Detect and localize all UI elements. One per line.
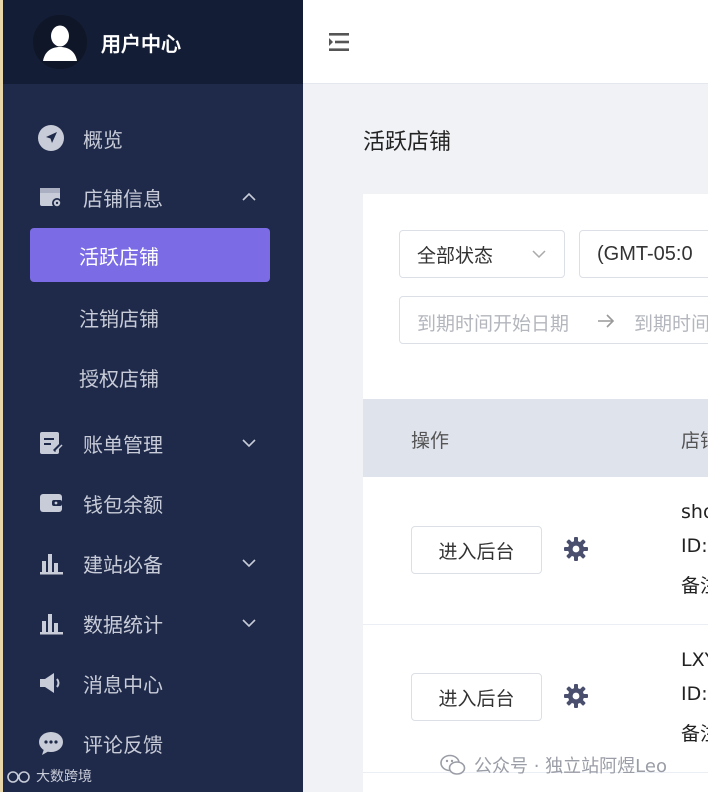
- date-start-input[interactable]: 到期时间开始日期: [417, 309, 579, 336]
- sidebar-item-bills[interactable]: 账单管理: [3, 415, 303, 471]
- navigation-icon: [37, 124, 65, 152]
- sidebar-item-label: 数据统计: [83, 612, 163, 637]
- chevron-up-icon: [239, 187, 259, 207]
- store-settings-icon: [37, 183, 65, 211]
- table-header: 操作 店铺: [363, 399, 708, 477]
- sidebar-header: 用户中心: [3, 0, 303, 84]
- sidebar-item-overview[interactable]: 概览: [3, 110, 303, 166]
- wechat-watermark: 公众号 · 独立站阿煜Leo: [440, 752, 667, 778]
- chevron-down-icon: [239, 433, 259, 453]
- sidebar-item-label: 评论反馈: [83, 732, 163, 757]
- table-row: 进入后台 sho ID: 备注: [363, 477, 708, 625]
- top-bar: [303, 0, 708, 84]
- wallet-icon: [37, 489, 65, 517]
- chevron-down-icon: [239, 553, 259, 573]
- sidebar-item-label: 店铺信息: [83, 186, 163, 211]
- sidebar-item-wallet[interactable]: 钱包余额: [3, 475, 303, 531]
- bar-chart-icon: [37, 609, 65, 637]
- sidebar-item-store-info[interactable]: 店铺信息: [3, 169, 303, 225]
- sidebar-title: 用户中心: [101, 31, 181, 56]
- submenu-item-closed-stores[interactable]: 注销店铺: [30, 290, 270, 344]
- submenu-item-authorized-stores[interactable]: 授权店铺: [30, 350, 270, 404]
- table-row: 进入后台 LXY ID: 备注: [363, 625, 708, 773]
- bar-chart-icon: [37, 549, 65, 577]
- sidebar-item-site-essentials[interactable]: 建站必备: [3, 535, 303, 591]
- store-remark: 备注: [681, 575, 708, 597]
- column-header-store: 店铺: [681, 430, 708, 452]
- expiry-date-range-picker[interactable]: 到期时间开始日期 到期时间: [399, 296, 708, 344]
- user-avatar-icon: [33, 15, 87, 69]
- sidebar-item-feedback[interactable]: 评论反馈: [3, 715, 303, 771]
- sidebar-item-messages[interactable]: 消息中心: [3, 655, 303, 711]
- enter-backend-button[interactable]: 进入后台: [411, 526, 542, 574]
- store-name: sho: [681, 501, 708, 523]
- sidebar-item-label: 账单管理: [83, 432, 163, 457]
- chevron-down-icon: [239, 613, 259, 633]
- store-id: ID:: [681, 683, 708, 705]
- sidebar-item-label: 建站必备: [83, 552, 163, 577]
- page-title: 活跃店铺: [363, 130, 452, 155]
- submenu-item-active-stores[interactable]: 活跃店铺: [30, 228, 270, 282]
- timezone-select-value: (GMT-05:0: [597, 242, 693, 265]
- sidebar-item-label: 消息中心: [83, 672, 163, 697]
- store-name: LXY: [681, 649, 708, 671]
- sidebar-item-label: 概览: [83, 127, 123, 152]
- sidebar-item-label: 钱包余额: [83, 492, 163, 517]
- gear-icon[interactable]: [563, 536, 589, 562]
- chevron-down-icon: [532, 250, 546, 259]
- bill-edit-icon: [37, 429, 65, 457]
- status-select-value: 全部状态: [417, 244, 494, 267]
- brand-logo-icon: [7, 771, 30, 783]
- arrow-right-icon: [598, 314, 615, 328]
- status-select[interactable]: 全部状态: [399, 230, 565, 278]
- avatar[interactable]: [33, 15, 87, 69]
- menu-collapse-icon[interactable]: [327, 31, 351, 53]
- chat-bubble-icon: [37, 729, 65, 757]
- brand-text: 大数跨境: [36, 769, 92, 785]
- watermark-text: 公众号 · 独立站阿煜Leo: [474, 756, 667, 777]
- date-end-input[interactable]: 到期时间: [634, 309, 708, 336]
- store-list-card: 全部状态 (GMT-05:0 到期时间开始日期 到期时间 操作 店铺 进入后台 …: [363, 194, 708, 792]
- sidebar: 用户中心 概览 店铺信息 活跃店铺 注销店铺 授权店铺 账单管理 钱包余额 建站…: [0, 0, 303, 792]
- brand-watermark: 大数跨境: [6, 766, 92, 786]
- store-remark: 备注: [681, 723, 708, 745]
- column-header-action: 操作: [411, 430, 450, 452]
- store-id: ID:: [681, 535, 708, 557]
- gear-icon[interactable]: [563, 683, 589, 709]
- sidebar-item-statistics[interactable]: 数据统计: [3, 595, 303, 651]
- enter-backend-button[interactable]: 进入后台: [411, 673, 542, 721]
- wechat-icon: [440, 754, 466, 775]
- timezone-select[interactable]: (GMT-05:0: [579, 230, 708, 278]
- megaphone-icon: [37, 669, 65, 697]
